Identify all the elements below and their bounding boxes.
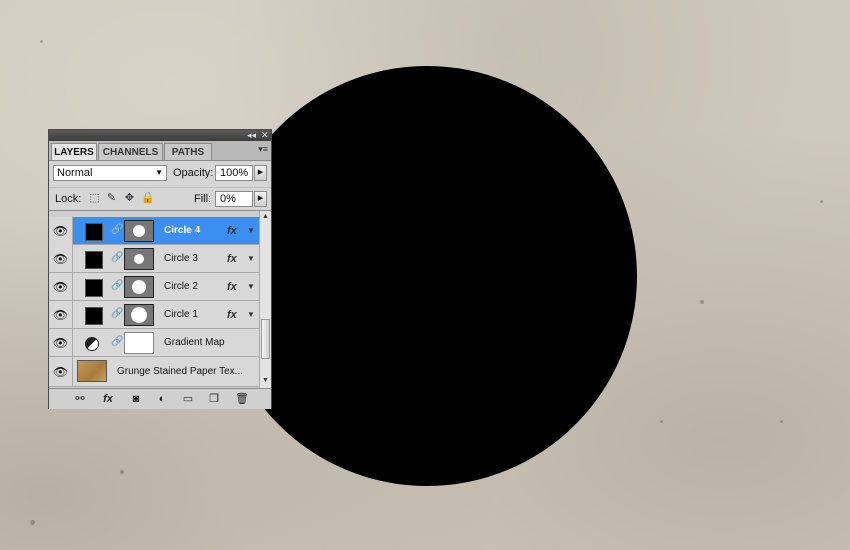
lock-transparency-icon[interactable]: ⬚	[88, 192, 101, 205]
chevron-down-icon: ▼	[155, 168, 163, 177]
opacity-input[interactable]: 100%	[215, 165, 253, 181]
eye-icon[interactable]: 👁	[49, 301, 73, 329]
layer-row-paper-texture[interactable]: 👁 Grunge Stained Paper Tex...	[49, 357, 259, 387]
blend-row: Normal ▼ Opacity: 100% ▶	[49, 161, 271, 185]
new-layer-icon[interactable]: ❐	[205, 391, 223, 407]
chain-link-icon[interactable]: 🔗	[111, 308, 123, 319]
lock-image-icon[interactable]: ✎	[105, 192, 118, 205]
scroll-up-icon[interactable]: ▲	[262, 213, 269, 220]
layer-name: Circle 1	[164, 309, 198, 320]
group-icon[interactable]: ▭	[179, 391, 197, 407]
layer-name: Circle 4	[164, 225, 201, 236]
adjustment-layer-icon	[85, 337, 99, 351]
layer-mask-thumbnail[interactable]	[124, 304, 154, 326]
tab-layers[interactable]: LAYERS	[51, 143, 97, 160]
blend-mode-value: Normal	[57, 167, 93, 179]
eye-icon[interactable]: 👁	[49, 273, 73, 301]
fx-icon[interactable]: fx	[227, 301, 237, 329]
layer-mask-thumbnail[interactable]	[124, 332, 154, 354]
layer-thumbnail	[85, 223, 103, 241]
panel-tabs: LAYERS CHANNELS PATHS ▾≡	[49, 141, 271, 161]
link-layers-icon[interactable]: ⚯	[71, 391, 89, 407]
layer-mask-thumbnail[interactable]	[124, 248, 154, 270]
layer-row-circle-1[interactable]: 👁 🔗 Circle 1 fx ▼	[49, 301, 259, 329]
scroll-down-icon[interactable]: ▼	[262, 377, 269, 384]
layer-thumbnail	[85, 279, 103, 297]
layer-name: Gradient Map	[164, 337, 225, 348]
layer-row-circle-4[interactable]: 👁 🔗 Circle 4 fx ▼	[49, 217, 259, 245]
blend-mode-select[interactable]: Normal ▼	[53, 165, 167, 181]
eye-icon[interactable]: 👁	[49, 245, 73, 273]
layer-mask-thumbnail[interactable]	[124, 220, 154, 242]
lock-all-icon[interactable]: 🔒	[141, 192, 155, 205]
fill-slider-button[interactable]: ▶	[254, 191, 267, 207]
fill-label: Fill:	[194, 193, 212, 205]
layer-thumbnail	[85, 307, 103, 325]
tab-channels[interactable]: CHANNELS	[98, 143, 163, 160]
chain-link-icon[interactable]: 🔗	[111, 252, 123, 263]
expand-effects-icon[interactable]: ▼	[247, 301, 255, 329]
panel-bottom-bar: ⚯ fx ◙ ◐ ▭ ❐ 🗑	[49, 388, 271, 409]
chain-link-icon[interactable]: 🔗	[111, 280, 123, 291]
layer-list-scrollbar[interactable]: ▲ ▼	[259, 211, 271, 389]
lock-row: Lock: ⬚ ✎ ✥ 🔒 Fill: 0% ▶	[49, 187, 271, 210]
lock-label: Lock:	[55, 193, 82, 205]
eye-icon[interactable]: 👁	[49, 329, 73, 357]
collapse-panel-icon[interactable]: ◂◂	[247, 130, 256, 141]
layer-name: Grunge Stained Paper Tex...	[117, 366, 244, 377]
eye-icon[interactable]: 👁	[49, 357, 73, 387]
layer-row-circle-2[interactable]: 👁 🔗 Circle 2 fx ▼	[49, 273, 259, 301]
fx-icon[interactable]: fx	[227, 245, 237, 273]
fx-icon[interactable]: fx	[99, 391, 117, 407]
fx-icon[interactable]: fx	[227, 217, 237, 245]
layer-list: 👁 🔗 Circle 4 fx ▼ 👁 🔗 Circle 3 fx ▼ 👁 🔗 …	[49, 210, 271, 389]
opacity-label: Opacity:	[173, 167, 214, 179]
lock-position-icon[interactable]: ✥	[123, 192, 136, 205]
fx-icon[interactable]: fx	[227, 273, 237, 301]
eye-icon[interactable]: 👁	[49, 217, 73, 245]
tab-paths[interactable]: PATHS	[164, 143, 212, 160]
expand-effects-icon[interactable]: ▼	[247, 217, 255, 245]
layer-row-gradient-map[interactable]: 👁 🔗 Gradient Map	[49, 329, 259, 357]
opacity-slider-button[interactable]: ▶	[254, 165, 267, 181]
panel-titlebar[interactable]: ◂◂ ✕	[49, 130, 271, 141]
layers-panel: ◂◂ ✕ LAYERS CHANNELS PATHS ▾≡ Normal ▼ O…	[48, 129, 272, 409]
add-mask-icon[interactable]: ◙	[127, 391, 145, 407]
close-panel-icon[interactable]: ✕	[261, 130, 269, 141]
fill-input[interactable]: 0%	[215, 191, 253, 207]
expand-effects-icon[interactable]: ▼	[247, 273, 255, 301]
chain-link-icon[interactable]: 🔗	[111, 224, 123, 235]
panel-menu-icon[interactable]: ▾≡	[258, 144, 268, 155]
layer-thumbnail	[77, 360, 107, 382]
scrollbar-thumb[interactable]	[261, 319, 270, 359]
trash-icon[interactable]: 🗑	[233, 391, 251, 407]
layer-name: Circle 3	[164, 253, 198, 264]
layer-name: Circle 2	[164, 281, 198, 292]
expand-effects-icon[interactable]: ▼	[247, 245, 255, 273]
adjustment-icon[interactable]: ◐	[153, 391, 171, 407]
layer-mask-thumbnail[interactable]	[124, 276, 154, 298]
layer-row-circle-3[interactable]: 👁 🔗 Circle 3 fx ▼	[49, 245, 259, 273]
layer-thumbnail	[85, 251, 103, 269]
chain-link-icon[interactable]: 🔗	[111, 336, 123, 347]
circle-shape[interactable]	[217, 66, 637, 486]
